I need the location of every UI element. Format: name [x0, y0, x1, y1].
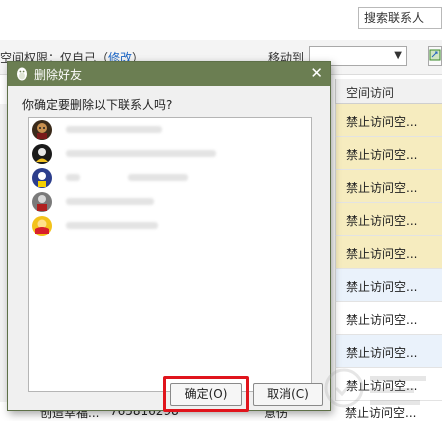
confirm-button[interactable]: 确定(O): [170, 383, 242, 406]
list-item[interactable]: [32, 166, 308, 190]
avatar-icon: [32, 192, 52, 212]
contact-number-blurred: [128, 174, 188, 181]
column-header-label: 空间访问: [346, 86, 395, 100]
dialog-prompt: 你确定要删除以下联系人吗?: [22, 98, 173, 112]
search-input[interactable]: 搜索联系人: [358, 7, 442, 29]
close-icon[interactable]: ✕: [310, 65, 323, 81]
avatar-icon: [32, 216, 52, 236]
contact-table-rows: 禁止访问空... 禁止访问空... 禁止访问空... 禁止访问空... 禁止访问…: [335, 104, 442, 401]
dialog-title-bar[interactable]: 删除好友 ✕: [8, 62, 330, 86]
column-header-space-access[interactable]: 空间访问: [335, 79, 442, 104]
table-row[interactable]: 禁止访问空...: [335, 236, 442, 269]
list-item[interactable]: [32, 190, 308, 214]
list-item[interactable]: [32, 118, 308, 142]
contact-name-blurred: [66, 150, 216, 157]
chevron-down-icon: ▼: [394, 50, 402, 61]
table-row[interactable]: 禁止访问空...: [335, 137, 442, 170]
avatar-icon: [32, 120, 52, 140]
access-cell: 禁止访问空...: [346, 247, 418, 261]
table-row[interactable]: 禁止访问空...: [335, 269, 442, 302]
cancel-button[interactable]: 取消(C): [253, 383, 323, 406]
access-cell: 禁止访问空...: [346, 148, 418, 162]
access-cell: 禁止访问空...: [346, 181, 418, 195]
contact-name-blurred: [66, 198, 154, 205]
table-row[interactable]: 禁止访问空...: [335, 302, 442, 335]
access-cell: 禁止访问空...: [346, 313, 418, 327]
access-cell: 禁止访问空...: [346, 346, 418, 360]
avatar-icon: [32, 144, 52, 164]
avatar-icon: [32, 168, 52, 188]
watermark-graphic: [322, 362, 432, 414]
table-row[interactable]: 禁止访问空...: [335, 170, 442, 203]
table-row[interactable]: 禁止访问空...: [335, 203, 442, 236]
access-cell: 禁止访问空...: [346, 280, 418, 294]
qq-penguin-icon: [14, 66, 30, 82]
list-item[interactable]: [32, 214, 308, 238]
access-cell: 禁止访问空...: [346, 214, 418, 228]
export-icon[interactable]: [428, 46, 442, 66]
contacts-to-delete-list[interactable]: [28, 117, 312, 392]
contact-name-blurred: [66, 126, 162, 133]
list-item[interactable]: [32, 142, 308, 166]
contact-name-blurred: [66, 174, 80, 181]
dialog-title: 删除好友: [34, 68, 83, 82]
contact-name-blurred: [66, 222, 158, 229]
table-row[interactable]: 禁止访问空...: [335, 104, 442, 137]
access-cell: 禁止访问空...: [346, 115, 418, 129]
delete-friend-dialog: 删除好友 ✕ 你确定要删除以下联系人吗? 确定(O) 取消(C): [7, 61, 331, 412]
